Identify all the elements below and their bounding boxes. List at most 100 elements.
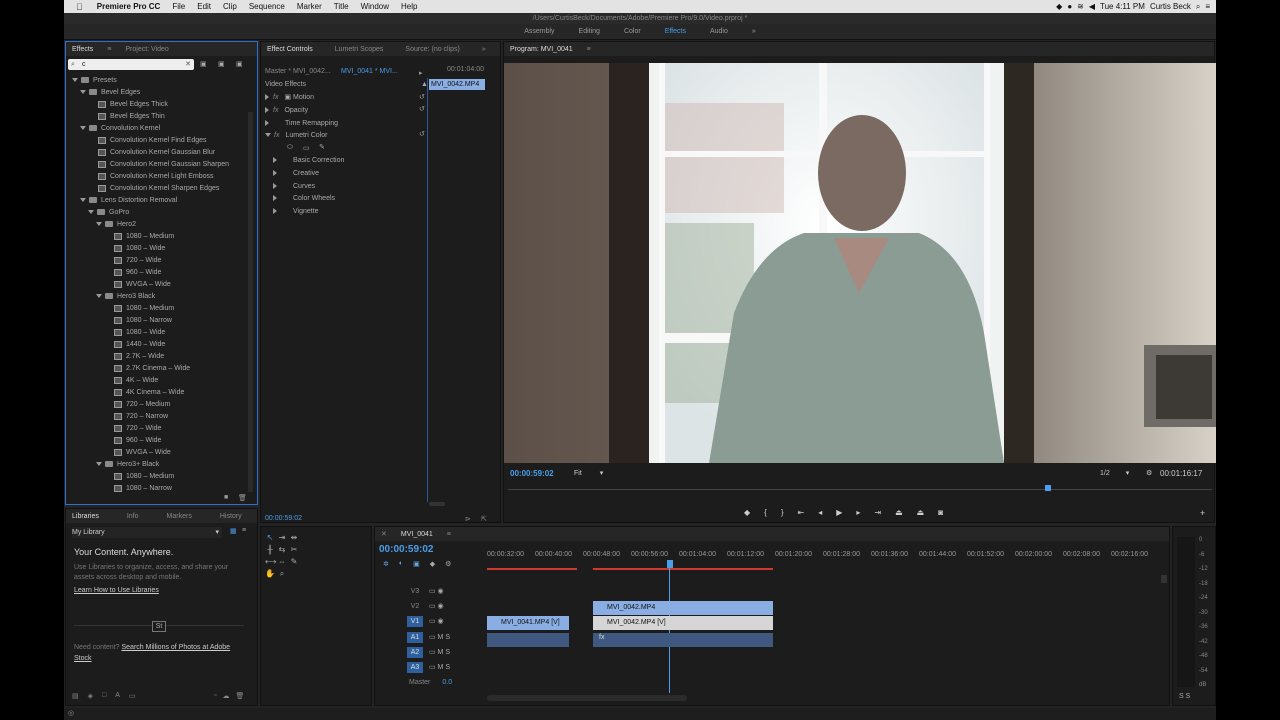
tab-libraries[interactable]: Libraries (72, 513, 99, 520)
track-visibility-icons[interactable]: ▭ ◉ (429, 587, 444, 595)
user-name[interactable]: Curtis Beck (1150, 2, 1191, 11)
effects-tree-folder[interactable]: Bevel Edges (80, 87, 140, 99)
effects-tree-preset[interactable]: 4K Cinema – Wide (104, 387, 184, 399)
track-header-a2[interactable]: A2 ▭ M S (375, 646, 485, 659)
clip-v1-mvi0041[interactable]: MVI_0041.MP4 [V] (487, 616, 569, 630)
lumetri-basic-correction[interactable]: Basic Correction (273, 155, 344, 167)
dropbox-icon[interactable]: ◆ (1056, 2, 1062, 11)
timeline-timecode[interactable]: 00:00:59:02 (379, 544, 433, 556)
text-icon[interactable]: A (115, 692, 120, 700)
effect-time-remapping[interactable]: Time Remapping (265, 118, 338, 130)
delete-icon[interactable]: 🗑 (238, 494, 247, 502)
track-visibility-icons[interactable]: ▭ ◉ (429, 602, 444, 610)
clip-a1-audio[interactable] (487, 633, 569, 647)
track-visibility-icons[interactable]: ▭ ◉ (429, 617, 444, 625)
grid-view-icon[interactable]: ▦ (230, 527, 237, 535)
disclosure-triangle-icon[interactable] (96, 222, 102, 227)
effects-tree-preset[interactable]: WVGA – Wide (104, 279, 171, 291)
learn-libraries-link[interactable]: Learn How to Use Libraries (74, 587, 159, 594)
play-only-icon[interactable]: ▸ (419, 69, 423, 77)
track-header-a3[interactable]: A3 ▭ M S (375, 661, 485, 674)
lift-icon[interactable]: ⏏ (895, 508, 903, 517)
new-bin-icon[interactable]: ■ (224, 494, 228, 501)
program-playhead[interactable] (1045, 485, 1051, 491)
extract-icon[interactable]: ⏏ (917, 508, 925, 517)
program-ruler[interactable] (508, 489, 1212, 490)
status-icon[interactable]: ● (1067, 2, 1072, 11)
panel-overflow-icon[interactable]: » (482, 46, 486, 53)
effects-tree-preset[interactable]: 1080 – Narrow (104, 315, 172, 327)
mark-out-icon[interactable]: } (781, 508, 784, 517)
effects-tree-preset[interactable]: 960 – Wide (104, 267, 161, 279)
effects-tree-folder[interactable]: Lens Distortion Removal (80, 195, 177, 207)
disclosure-triangle-icon[interactable] (80, 198, 86, 203)
panel-menu-icon[interactable]: ≡ (107, 46, 111, 53)
nest-icon[interactable]: ✲ (383, 560, 389, 568)
fx-icon[interactable]: fx (273, 107, 278, 114)
zoom-select[interactable]: Fit ▾ (574, 468, 603, 480)
pen-tool-icon[interactable]: ✎ (289, 557, 299, 566)
effects-tree-preset[interactable]: 960 – Wide (104, 435, 161, 447)
timeline-settings-icon[interactable]: ⚙ (445, 560, 451, 568)
effects-tree-folder[interactable]: Hero3+ Black (96, 459, 159, 471)
reset-lumetri-icon[interactable]: ↺ (419, 130, 425, 138)
effects-tree-preset[interactable]: 1080 – Wide (104, 243, 165, 255)
linked-selection-icon[interactable]: ▣ (413, 560, 420, 568)
tab-info[interactable]: Info (127, 513, 139, 520)
workspace-assembly[interactable]: Assembly (524, 28, 554, 35)
effects-search-input[interactable]: ⌕ c ✕ (68, 59, 194, 70)
timeline-close-icon[interactable]: ✕ (381, 530, 387, 538)
timeline-hscroll[interactable] (487, 695, 687, 701)
filter-icon[interactable]: ⊳ (465, 515, 471, 523)
play-icon[interactable]: ▶ (836, 508, 842, 517)
accelerated-effects-icon[interactable]: ▣ (200, 60, 207, 68)
yuv-effects-icon[interactable]: ▣ (236, 60, 243, 68)
export-frame-icon[interactable]: ◙ (938, 508, 943, 517)
track-select-tool-icon[interactable]: ⇥ (277, 533, 287, 542)
volume-icon[interactable]: ◀ (1089, 2, 1095, 11)
workspace-audio[interactable]: Audio (710, 28, 728, 35)
master-track[interactable]: Master 0.0 (409, 679, 452, 686)
go-to-out-icon[interactable]: ⇥ (874, 508, 881, 517)
disclosure-triangle-icon[interactable] (80, 90, 86, 95)
timeline-menu-icon[interactable]: ≡ (447, 531, 451, 538)
go-to-in-icon[interactable]: ⇤ (798, 508, 805, 517)
menu-app-name[interactable]: Premiere Pro CC (91, 2, 167, 11)
effects-tree-folder[interactable]: Convolution Kernel (80, 123, 160, 135)
effects-tree-preset[interactable]: 2.7K Cinema – Wide (104, 363, 190, 375)
ec-clip-bar[interactable]: MVI_0042.MP4 (429, 79, 485, 90)
snap-icon[interactable]: ◐ (399, 560, 403, 568)
effects-tree-folder[interactable]: GoPro (88, 207, 129, 219)
program-video-frame[interactable] (504, 63, 1216, 463)
effect-opacity[interactable]: fx Opacity (265, 105, 308, 117)
step-back-icon[interactable]: ◂ (818, 508, 822, 517)
tab-history[interactable]: History (220, 513, 242, 520)
color-icon[interactable]: ◈ (88, 692, 93, 700)
effects-tree-preset[interactable]: 1080 – Wide (104, 327, 165, 339)
rolling-edit-tool-icon[interactable]: ╫ (265, 545, 275, 554)
workspace-editing[interactable]: Editing (579, 28, 600, 35)
selection-tool-icon[interactable]: ↖ (265, 533, 275, 542)
effects-tree-folder[interactable]: Hero3 Black (96, 291, 155, 303)
menu-file[interactable]: File (166, 2, 191, 11)
reset-opacity-icon[interactable]: ↺ (419, 105, 425, 113)
effects-tree-folder[interactable]: Presets (72, 75, 117, 87)
trash-icon[interactable]: 🗑 (235, 692, 244, 700)
wifi-icon[interactable]: ≋ (1077, 2, 1084, 11)
effects-tree-preset[interactable]: 1080 – Narrow (104, 483, 172, 495)
effects-tree-preset[interactable]: 720 – Wide (104, 255, 161, 267)
layer-icon[interactable]: □ (102, 692, 106, 700)
fx-icon[interactable]: fx (273, 94, 278, 101)
effects-tree-preset[interactable]: 1080 – Medium (104, 303, 174, 315)
time-ruler[interactable]: 00:00:32:00 00:00:40:00 00:00:48:00 00:00:5… (487, 551, 1167, 563)
lumetri-curves[interactable]: Curves (273, 181, 315, 193)
workspace-color[interactable]: Color (624, 28, 641, 35)
timeline-playhead-handle[interactable] (667, 560, 673, 568)
disclosure-triangle-icon[interactable] (88, 210, 94, 215)
step-forward-icon[interactable]: ▸ (856, 508, 860, 517)
hand-tool-icon[interactable]: ✋ (265, 569, 275, 578)
fx-icon[interactable]: fx (274, 132, 279, 139)
apple-icon[interactable]:  (64, 2, 91, 12)
menu-window[interactable]: Window (355, 2, 395, 11)
effects-tree-preset[interactable]: Convolution Kernel Gaussian Blur (88, 147, 215, 159)
